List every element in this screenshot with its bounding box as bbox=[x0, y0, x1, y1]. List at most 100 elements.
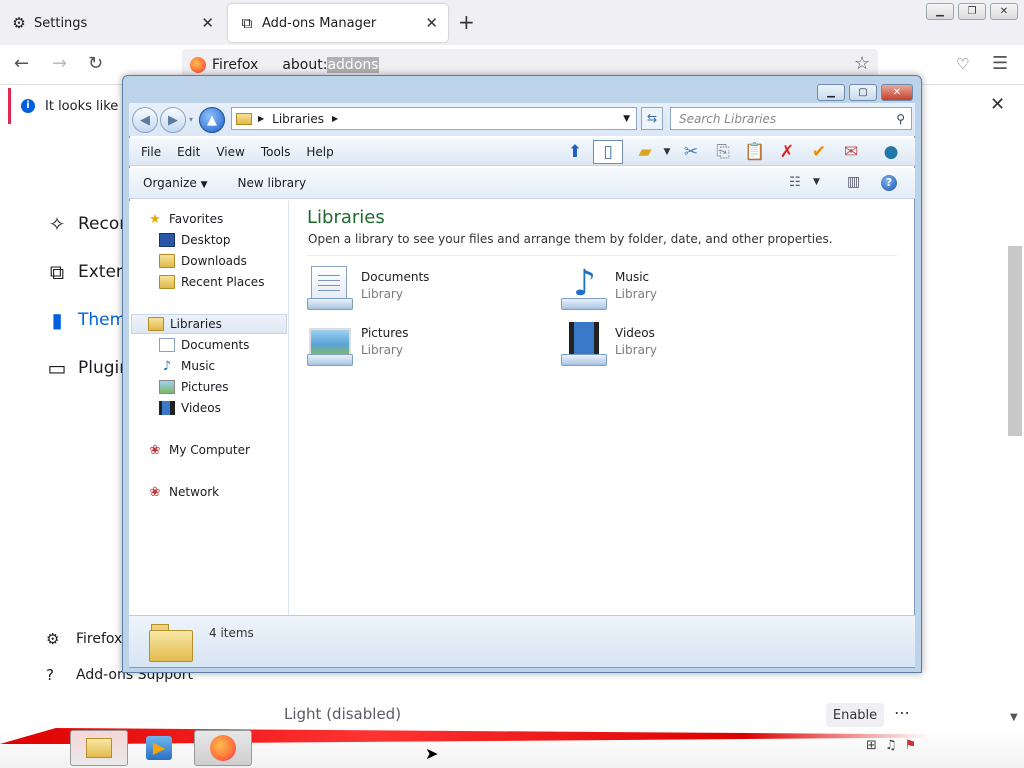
folder-check-icon[interactable]: ▰ bbox=[633, 140, 657, 164]
address-dropdown-icon[interactable]: ▼ bbox=[623, 114, 630, 124]
rename-icon[interactable]: ✉ bbox=[839, 140, 863, 164]
chevron-right-icon[interactable]: ▶ bbox=[332, 114, 338, 123]
pocket-icon[interactable]: ♡ bbox=[956, 55, 969, 73]
firefox-logo-icon bbox=[210, 735, 236, 761]
paste-icon[interactable]: 📋 bbox=[743, 140, 767, 164]
taskbar-firefox-button[interactable] bbox=[194, 730, 252, 766]
back-icon[interactable]: ← bbox=[14, 53, 29, 74]
nav-recent-places[interactable]: Recent Places bbox=[159, 272, 264, 292]
media-player-icon[interactable]: ▶ bbox=[146, 736, 172, 760]
maximize-icon[interactable]: ▢ bbox=[849, 84, 877, 101]
help-icon[interactable]: ? bbox=[881, 175, 897, 191]
flag-icon[interactable]: ⚑ bbox=[905, 738, 917, 753]
menu-bar: File Edit View Tools Help ⬆ ▯ ▰ ▼ ✂ ⎘ 📋 … bbox=[129, 138, 915, 166]
organize-button[interactable]: Organize ▼ bbox=[143, 176, 208, 190]
nav-favorites[interactable]: ★ Favorites bbox=[147, 209, 223, 229]
forward-icon[interactable]: → bbox=[52, 53, 67, 74]
nav-music[interactable]: ♪ Music bbox=[159, 356, 215, 376]
firefox-settings-link[interactable]: ⚙ Firefox bbox=[46, 630, 122, 648]
change-view-icon[interactable]: ☷ bbox=[789, 175, 801, 190]
close-window-icon[interactable]: ✕ bbox=[881, 84, 913, 101]
enable-button[interactable]: Enable bbox=[826, 703, 884, 727]
new-tab-icon[interactable]: + bbox=[458, 10, 475, 34]
refresh-icon[interactable]: ⇆ bbox=[641, 107, 663, 130]
dropdown-icon[interactable]: ▼ bbox=[655, 140, 679, 164]
identity-label: Firefox bbox=[212, 57, 259, 73]
scrollbar-thumb[interactable] bbox=[1008, 246, 1022, 436]
details-pane: 4 items bbox=[129, 615, 915, 667]
library-music[interactable]: ♪ Music Library bbox=[561, 264, 657, 312]
address-bar[interactable]: ▶ Libraries ▶ ▼ bbox=[231, 107, 637, 130]
library-pictures[interactable]: Pictures Library bbox=[307, 320, 409, 368]
up-folder-icon[interactable]: ⬆ bbox=[563, 140, 587, 164]
url-prefix: about: bbox=[282, 57, 328, 73]
reload-icon[interactable]: ↻ bbox=[88, 53, 103, 74]
preview-pane-icon[interactable]: ▯ bbox=[593, 140, 623, 164]
back-icon[interactable]: ◀ bbox=[132, 107, 158, 133]
info-icon: i bbox=[21, 99, 35, 113]
restore-icon[interactable]: ❐ bbox=[958, 3, 986, 20]
desktop-icon bbox=[159, 233, 175, 247]
nav-documents[interactable]: Documents bbox=[159, 335, 249, 355]
menu-file[interactable]: File bbox=[141, 145, 161, 159]
close-tab-icon[interactable]: ✕ bbox=[425, 14, 438, 32]
view-dropdown-icon[interactable]: ▼ bbox=[813, 177, 820, 187]
library-type: Library bbox=[615, 343, 657, 357]
nav-libraries[interactable]: Libraries bbox=[131, 314, 287, 334]
delete-icon[interactable]: ✗ bbox=[775, 140, 799, 164]
new-library-button[interactable]: New library bbox=[238, 176, 307, 190]
volume-icon[interactable]: ♫ bbox=[885, 738, 897, 753]
search-icon[interactable]: ⚲ bbox=[896, 112, 905, 126]
divider bbox=[307, 255, 897, 256]
close-tab-icon[interactable]: ✕ bbox=[201, 14, 214, 32]
up-arrow-icon[interactable]: ▲ bbox=[199, 107, 225, 133]
scroll-down-icon[interactable]: ▼ bbox=[1010, 712, 1018, 723]
chevron-right-icon[interactable]: ▶ bbox=[258, 114, 264, 123]
videos-library-icon bbox=[561, 320, 609, 368]
mouse-cursor-icon: ➤ bbox=[425, 744, 439, 763]
hamburger-menu-icon[interactable]: ☰ bbox=[992, 53, 1008, 74]
menu-edit[interactable]: Edit bbox=[177, 145, 200, 159]
address-crumb[interactable]: Libraries bbox=[272, 112, 324, 126]
music-library-icon: ♪ bbox=[561, 264, 609, 312]
close-notice-icon[interactable]: ✕ bbox=[990, 94, 1005, 115]
nav-downloads[interactable]: Downloads bbox=[159, 251, 247, 271]
paintbrush-icon: ▮ bbox=[51, 308, 63, 332]
library-videos[interactable]: Videos Library bbox=[561, 320, 657, 368]
nav-videos[interactable]: Videos bbox=[159, 398, 221, 418]
copy-icon[interactable]: ⎘ bbox=[711, 140, 735, 164]
url-selected-text: addons bbox=[327, 57, 379, 73]
nav-network[interactable]: ❀ Network bbox=[147, 482, 220, 502]
preview-pane-toggle-icon[interactable]: ▥ bbox=[847, 174, 860, 190]
puzzle-icon: ⧉ bbox=[241, 14, 253, 32]
bookmark-star-icon[interactable]: ☆ bbox=[854, 53, 870, 74]
page-scrollbar[interactable] bbox=[1006, 128, 1024, 728]
minimize-icon[interactable]: ▁ bbox=[817, 84, 845, 101]
library-documents[interactable]: Documents Library bbox=[307, 264, 429, 312]
theme-name: Light (disabled) bbox=[284, 705, 402, 723]
nav-label: Documents bbox=[181, 338, 250, 352]
cut-icon[interactable]: ✂ bbox=[679, 140, 703, 164]
nav-my-computer[interactable]: ❀ My Computer bbox=[147, 440, 250, 460]
network-tray-icon[interactable]: ⊞ bbox=[866, 738, 877, 753]
menu-view[interactable]: View bbox=[216, 145, 244, 159]
taskbar-explorer-button[interactable] bbox=[70, 730, 128, 766]
close-window-icon[interactable]: ✕ bbox=[990, 3, 1018, 20]
nav-desktop[interactable]: Desktop bbox=[159, 230, 231, 250]
tab-settings[interactable]: ⚙ Settings ✕ bbox=[0, 4, 224, 42]
menu-tools[interactable]: Tools bbox=[261, 145, 291, 159]
search-input[interactable]: Search Libraries ⚲ bbox=[670, 107, 912, 130]
checkmark-icon[interactable]: ✔ bbox=[807, 140, 831, 164]
category-plugins[interactable]: ▭ Plugin bbox=[44, 356, 131, 380]
menu-help[interactable]: Help bbox=[306, 145, 333, 159]
more-options-icon[interactable]: ⋯ bbox=[894, 703, 910, 722]
organize-label: Organize bbox=[143, 176, 197, 190]
library-type: Library bbox=[361, 287, 403, 301]
library-name: Documents bbox=[361, 270, 430, 284]
nav-pictures[interactable]: Pictures bbox=[159, 377, 229, 397]
globe-icon[interactable]: ● bbox=[879, 140, 903, 164]
minimize-icon[interactable]: ▁ bbox=[926, 3, 954, 20]
tab-addons-manager[interactable]: ⧉ Add-ons Manager ✕ bbox=[228, 4, 448, 42]
history-dropdown-icon[interactable]: ▾ bbox=[189, 115, 193, 124]
forward-icon[interactable]: ▶ bbox=[160, 107, 186, 133]
